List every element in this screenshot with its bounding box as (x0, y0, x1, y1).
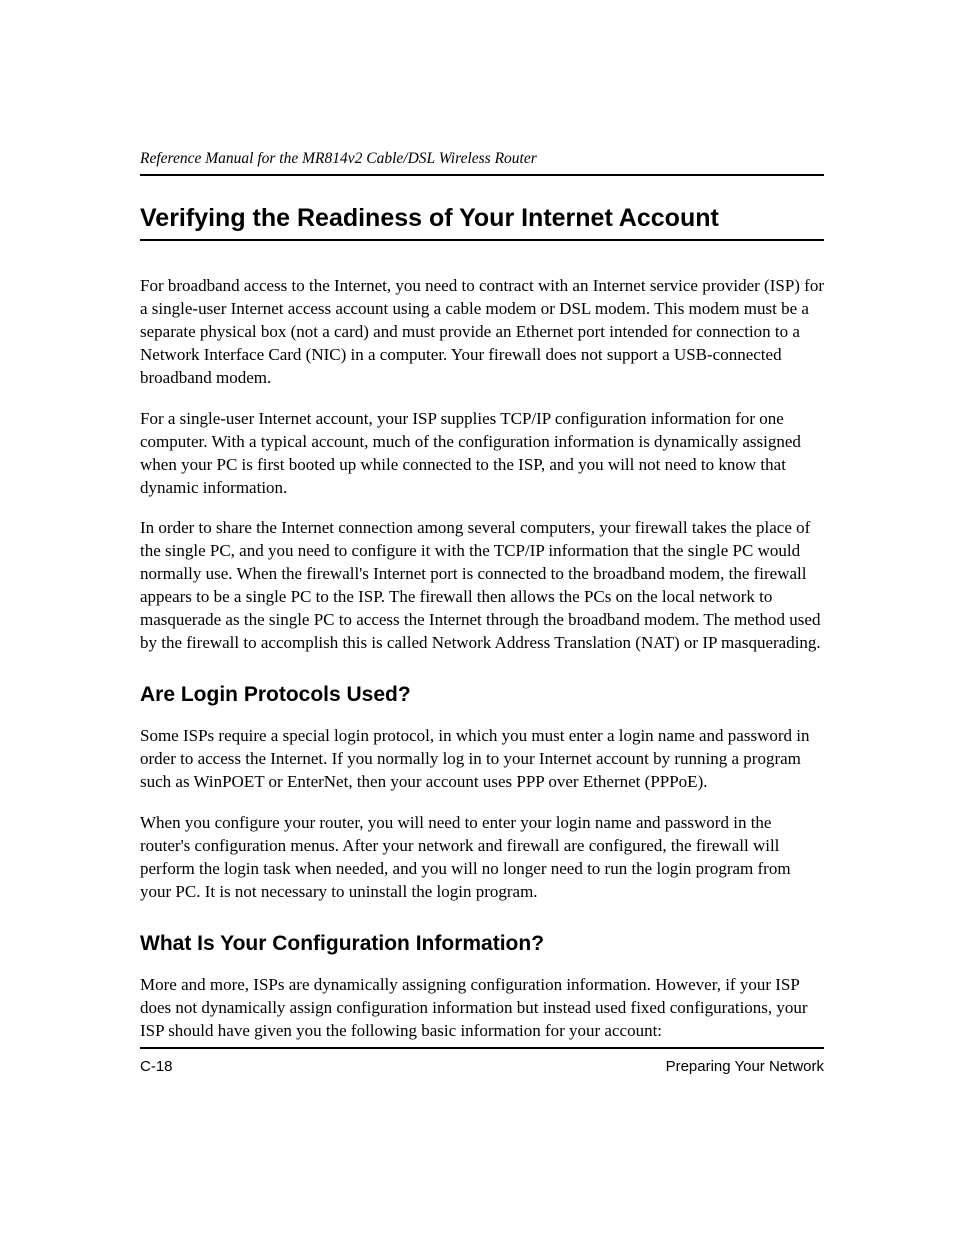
section-heading: Verifying the Readiness of Your Internet… (140, 204, 824, 241)
body-paragraph: Some ISPs require a special login protoc… (140, 725, 824, 794)
chapter-label: Preparing Your Network (666, 1058, 824, 1075)
body-paragraph: For a single-user Internet account, your… (140, 408, 824, 500)
document-page: Reference Manual for the MR814v2 Cable/D… (0, 0, 954, 1235)
subsection-heading: Are Login Protocols Used? (140, 683, 824, 707)
body-paragraph: For broadband access to the Internet, yo… (140, 275, 824, 390)
body-paragraph: More and more, ISPs are dynamically assi… (140, 974, 824, 1043)
page-footer: C-18 Preparing Your Network (140, 1058, 824, 1075)
footer-rule (140, 1047, 824, 1049)
subsection-heading: What Is Your Configuration Information? (140, 932, 824, 956)
running-header: Reference Manual for the MR814v2 Cable/D… (140, 150, 824, 176)
page-number: C-18 (140, 1058, 173, 1075)
body-paragraph: When you configure your router, you will… (140, 812, 824, 904)
body-paragraph: In order to share the Internet connectio… (140, 517, 824, 655)
